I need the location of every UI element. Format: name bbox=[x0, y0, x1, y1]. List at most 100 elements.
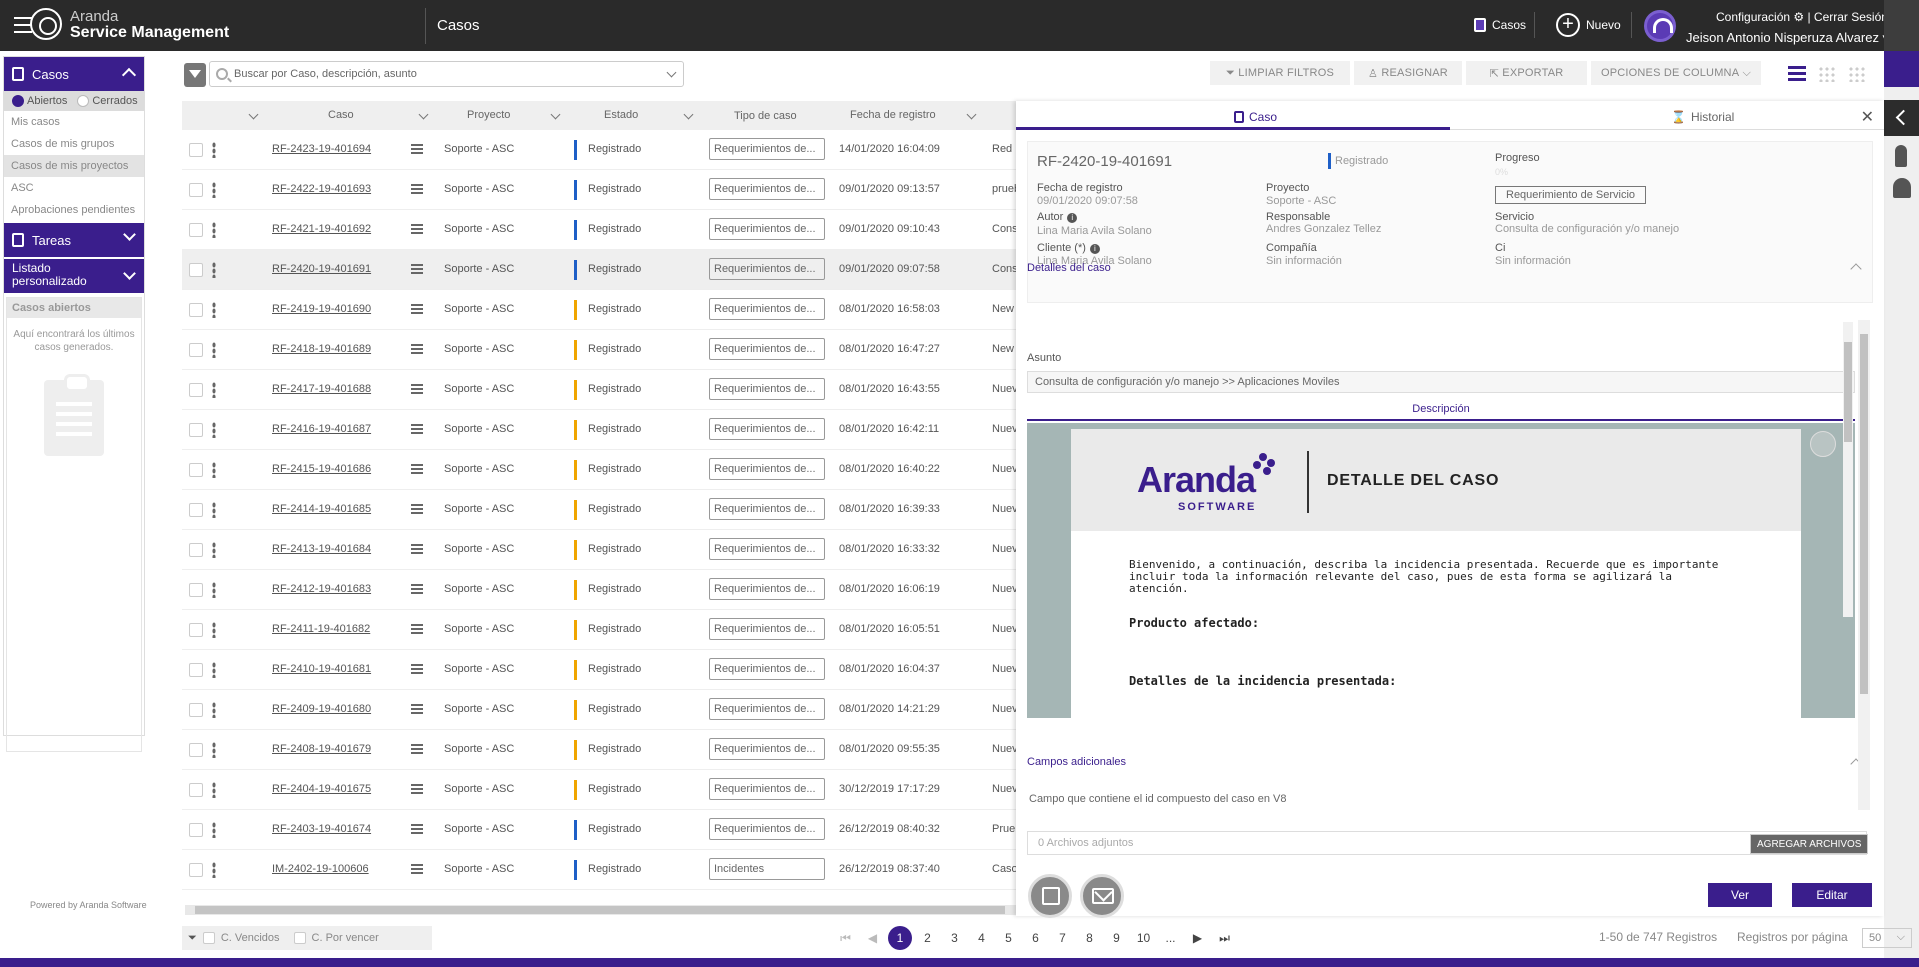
details-lines-icon[interactable] bbox=[411, 744, 423, 754]
case-id-link[interactable]: RF-2414-19-401685 bbox=[272, 503, 371, 515]
details-lines-icon[interactable] bbox=[411, 704, 423, 714]
tab-historial[interactable]: ⌛ Historial bbox=[1671, 110, 1734, 124]
row-actions-icon[interactable] bbox=[212, 542, 216, 558]
row-actions-icon[interactable] bbox=[212, 182, 216, 198]
page-8[interactable]: 8 bbox=[1076, 931, 1103, 945]
case-id-link[interactable]: RF-2422-19-401693 bbox=[272, 183, 371, 195]
campos-section-title[interactable]: Campos adicionales bbox=[1027, 756, 1126, 768]
filter-toggle-icon[interactable] bbox=[184, 63, 206, 87]
records-per-page-select[interactable]: 50 ⌵ bbox=[1862, 928, 1912, 948]
aranda-assistant-icon[interactable] bbox=[1884, 51, 1919, 87]
table-row[interactable]: IM-2402-19-100606 Soporte - ASC Registrado… bbox=[182, 850, 1017, 890]
table-row[interactable]: RF-2410-19-401681 Soporte - ASC Registrado… bbox=[182, 650, 1017, 690]
row-actions-icon[interactable] bbox=[212, 262, 216, 278]
details-lines-icon[interactable] bbox=[411, 184, 423, 194]
next-page-icon[interactable]: ▶ bbox=[1184, 931, 1211, 945]
chevron-down-icon[interactable] bbox=[550, 109, 561, 120]
sidebar-tareas-header[interactable]: Tareas bbox=[4, 223, 144, 257]
card-view-icon[interactable] bbox=[1848, 66, 1866, 82]
row-checkbox[interactable] bbox=[189, 143, 203, 157]
table-row[interactable]: RF-2411-19-401682 Soporte - ASC Registrado… bbox=[182, 610, 1017, 650]
row-checkbox[interactable] bbox=[189, 783, 203, 797]
row-actions-icon[interactable] bbox=[212, 822, 216, 838]
page-7[interactable]: 7 bbox=[1049, 931, 1076, 945]
chevron-down-icon[interactable] bbox=[248, 109, 259, 120]
walking-person-icon[interactable] bbox=[1895, 145, 1907, 167]
first-page-icon[interactable]: ⏮ bbox=[832, 931, 859, 946]
tab-descripcion[interactable]: Descripción bbox=[1027, 403, 1855, 421]
table-row[interactable]: RF-2404-19-401675 Soporte - ASC Registrado… bbox=[182, 770, 1017, 810]
page-3[interactable]: 3 bbox=[941, 931, 968, 945]
sidebar-casos-header[interactable]: Casos bbox=[4, 57, 144, 91]
case-id-link[interactable]: RF-2411-19-401682 bbox=[272, 623, 370, 635]
case-id-link[interactable]: RF-2404-19-401675 bbox=[272, 783, 371, 795]
row-checkbox[interactable] bbox=[189, 583, 203, 597]
page-4[interactable]: 4 bbox=[968, 931, 995, 945]
case-id-link[interactable]: RF-2410-19-401681 bbox=[272, 663, 371, 675]
details-lines-icon[interactable] bbox=[411, 544, 423, 554]
table-row[interactable]: RF-2417-19-401688 Soporte - ASC Registrado… bbox=[182, 370, 1017, 410]
row-checkbox[interactable] bbox=[189, 423, 203, 437]
row-checkbox[interactable] bbox=[189, 503, 203, 517]
sidebar-item-aprobaciones[interactable]: Aprobaciones pendientes bbox=[4, 199, 144, 221]
config-logout-link[interactable]: Configuración ⚙ | Cerrar Sesión bbox=[1716, 10, 1888, 24]
table-row[interactable]: RF-2420-19-401691 Soporte - ASC Registrado… bbox=[182, 250, 1017, 290]
details-lines-icon[interactable] bbox=[411, 304, 423, 314]
column-header-proyecto[interactable]: Proyecto bbox=[467, 109, 510, 121]
row-actions-icon[interactable] bbox=[212, 622, 216, 638]
row-checkbox[interactable] bbox=[189, 223, 203, 237]
table-row[interactable]: RF-2422-19-401693 Soporte - ASC Registrado… bbox=[182, 170, 1017, 210]
row-actions-icon[interactable] bbox=[212, 862, 216, 878]
details-lines-icon[interactable] bbox=[411, 824, 423, 834]
user-figure-icon[interactable] bbox=[1884, 0, 1919, 51]
details-lines-icon[interactable] bbox=[411, 584, 423, 594]
row-checkbox[interactable] bbox=[189, 623, 203, 637]
row-actions-icon[interactable] bbox=[212, 302, 216, 318]
row-actions-icon[interactable] bbox=[212, 142, 216, 158]
table-row[interactable]: RF-2414-19-401685 Soporte - ASC Registrado… bbox=[182, 490, 1017, 530]
ver-button[interactable]: Ver bbox=[1708, 883, 1772, 907]
row-actions-icon[interactable] bbox=[212, 222, 216, 238]
row-checkbox[interactable] bbox=[189, 543, 203, 557]
detalles-section-title[interactable]: Detalles del caso bbox=[1027, 262, 1111, 274]
top-casos-button[interactable]: Casos bbox=[1466, 12, 1536, 38]
chevron-down-icon[interactable] bbox=[966, 109, 977, 120]
case-id-link[interactable]: RF-2416-19-401687 bbox=[272, 423, 371, 435]
details-lines-icon[interactable] bbox=[411, 144, 423, 154]
case-id-link[interactable]: RF-2419-19-401690 bbox=[272, 303, 371, 315]
details-lines-icon[interactable] bbox=[411, 344, 423, 354]
nuevo-button[interactable]: + Nuevo bbox=[1556, 12, 1632, 38]
column-header-estado[interactable]: Estado bbox=[604, 109, 638, 121]
case-id-link[interactable]: RF-2408-19-401679 bbox=[272, 743, 371, 755]
row-checkbox[interactable] bbox=[189, 383, 203, 397]
case-id-link[interactable]: RF-2403-19-401674 bbox=[272, 823, 371, 835]
details-lines-icon[interactable] bbox=[411, 664, 423, 674]
agregar-archivos-button[interactable]: AGREGAR ARCHIVOS ▸ bbox=[1750, 834, 1868, 870]
row-actions-icon[interactable] bbox=[212, 502, 216, 518]
row-checkbox[interactable] bbox=[189, 863, 203, 877]
row-checkbox[interactable] bbox=[189, 263, 203, 277]
row-actions-icon[interactable] bbox=[212, 742, 216, 758]
info-icon[interactable]: i bbox=[1089, 244, 1100, 254]
case-id-link[interactable]: RF-2417-19-401688 bbox=[272, 383, 371, 395]
table-row[interactable]: RF-2403-19-401674 Soporte - ASC Registrado… bbox=[182, 810, 1017, 850]
row-actions-icon[interactable] bbox=[212, 382, 216, 398]
note-button[interactable] bbox=[1028, 874, 1072, 918]
row-checkbox[interactable] bbox=[189, 823, 203, 837]
reasignar-button[interactable]: ♙ REASIGNAR bbox=[1354, 61, 1462, 85]
collapse-left-icon[interactable] bbox=[1884, 100, 1919, 136]
opciones-columna-button[interactable]: OPCIONES DE COLUMNA ⌵ bbox=[1591, 61, 1761, 85]
por-vencer-checkbox[interactable] bbox=[293, 932, 306, 944]
person-icon[interactable] bbox=[1893, 178, 1911, 198]
details-lines-icon[interactable] bbox=[411, 224, 423, 234]
radio-abiertos[interactable]: Abiertos bbox=[12, 95, 67, 107]
case-id-link[interactable]: RF-2423-19-401694 bbox=[272, 143, 371, 155]
row-actions-icon[interactable] bbox=[212, 422, 216, 438]
sidebar-listado-header[interactable]: Listado personalizado bbox=[4, 259, 144, 293]
limpiar-filtros-button[interactable]: ⏷ LIMPIAR FILTROS bbox=[1210, 61, 1350, 85]
radio-cerrados[interactable]: Cerrados bbox=[77, 95, 138, 107]
page-ellipsis[interactable]: ... bbox=[1157, 931, 1184, 945]
table-row[interactable]: RF-2408-19-401679 Soporte - ASC Registrado… bbox=[182, 730, 1017, 770]
details-lines-icon[interactable] bbox=[411, 264, 423, 274]
sidebar-item-casos-mis-proyectos[interactable]: Casos de mis proyectos bbox=[4, 155, 144, 177]
